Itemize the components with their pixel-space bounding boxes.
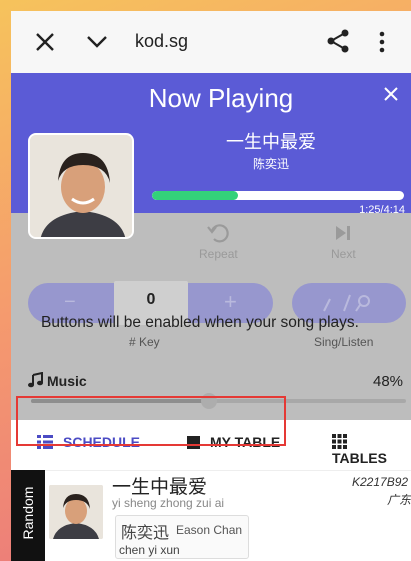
- song-code: K2217B92: [352, 475, 409, 489]
- close-icon[interactable]: [384, 87, 398, 101]
- random-label: Random: [20, 486, 36, 540]
- mic-icon: [323, 294, 370, 312]
- close-icon[interactable]: [34, 31, 56, 53]
- music-label-text: Music: [47, 373, 87, 389]
- tab-tables[interactable]: TABLES: [332, 434, 411, 466]
- playback-controls: Repeat Next − 0 + # Key Sing/Listen Butt…: [11, 213, 411, 420]
- phone-screen: kod.sg Now Playing 一生中最爱 陈奕迅 1:25/4:14 R…: [11, 11, 411, 561]
- repeat-label: Repeat: [199, 247, 238, 261]
- song-thumbnail[interactable]: [49, 485, 103, 539]
- key-value: 0: [146, 291, 156, 308]
- progress-bar[interactable]: [152, 191, 404, 200]
- chevron-down-icon[interactable]: [85, 31, 109, 53]
- artist-name: 陈奕迅: [252, 157, 289, 171]
- music-percent: 48%: [373, 373, 404, 390]
- sing-listen-label: Sing/Listen: [314, 335, 374, 349]
- singer-thumbnail-photo: [49, 485, 103, 539]
- progress-fill: [152, 191, 238, 200]
- skip-next-icon: [336, 226, 351, 240]
- music-note-icon: [28, 371, 43, 388]
- song-language: 广东: [387, 493, 411, 507]
- list-song-title[interactable]: 一生中最爱: [112, 472, 207, 499]
- list-song-pinyin: yi sheng zhong zui ai: [112, 496, 225, 510]
- artist-chip[interactable]: 陈奕迅 Eason Chan chen yi xun: [115, 515, 249, 559]
- now-playing-title: Now Playing: [148, 83, 294, 113]
- music-volume-label: Music: [28, 371, 87, 389]
- annotation-highlight-box: [16, 396, 286, 446]
- artist-english: Eason Chan: [176, 523, 243, 537]
- key-label: # Key: [129, 335, 160, 349]
- share-icon[interactable]: [326, 28, 350, 54]
- repeat-button[interactable]: Repeat: [199, 221, 238, 261]
- more-vert-icon[interactable]: [379, 31, 385, 53]
- key-minus-button[interactable]: −: [64, 291, 76, 314]
- now-playing-panel: Now Playing 一生中最爱 陈奕迅 1:25/4:14: [11, 73, 411, 239]
- song-title: 一生中最爱: [226, 132, 316, 152]
- singer-photo: [30, 135, 132, 237]
- next-label: Next: [331, 247, 356, 261]
- album-cover: [28, 133, 134, 239]
- repeat-icon: [207, 224, 230, 243]
- tab-tables-label: TABLES: [332, 450, 387, 466]
- artist-pinyin: chen yi xun: [119, 543, 180, 557]
- next-button[interactable]: Next: [331, 221, 356, 261]
- browser-toolbar: kod.sg: [11, 11, 411, 74]
- artist-chinese: 陈奕迅: [121, 525, 170, 542]
- key-plus-button[interactable]: +: [224, 289, 237, 315]
- url-text[interactable]: kod.sg: [135, 31, 188, 52]
- grid-icon: [332, 434, 347, 449]
- random-badge: Random: [11, 470, 45, 561]
- disabled-notice: Buttons will be enabled when your song p…: [41, 314, 359, 331]
